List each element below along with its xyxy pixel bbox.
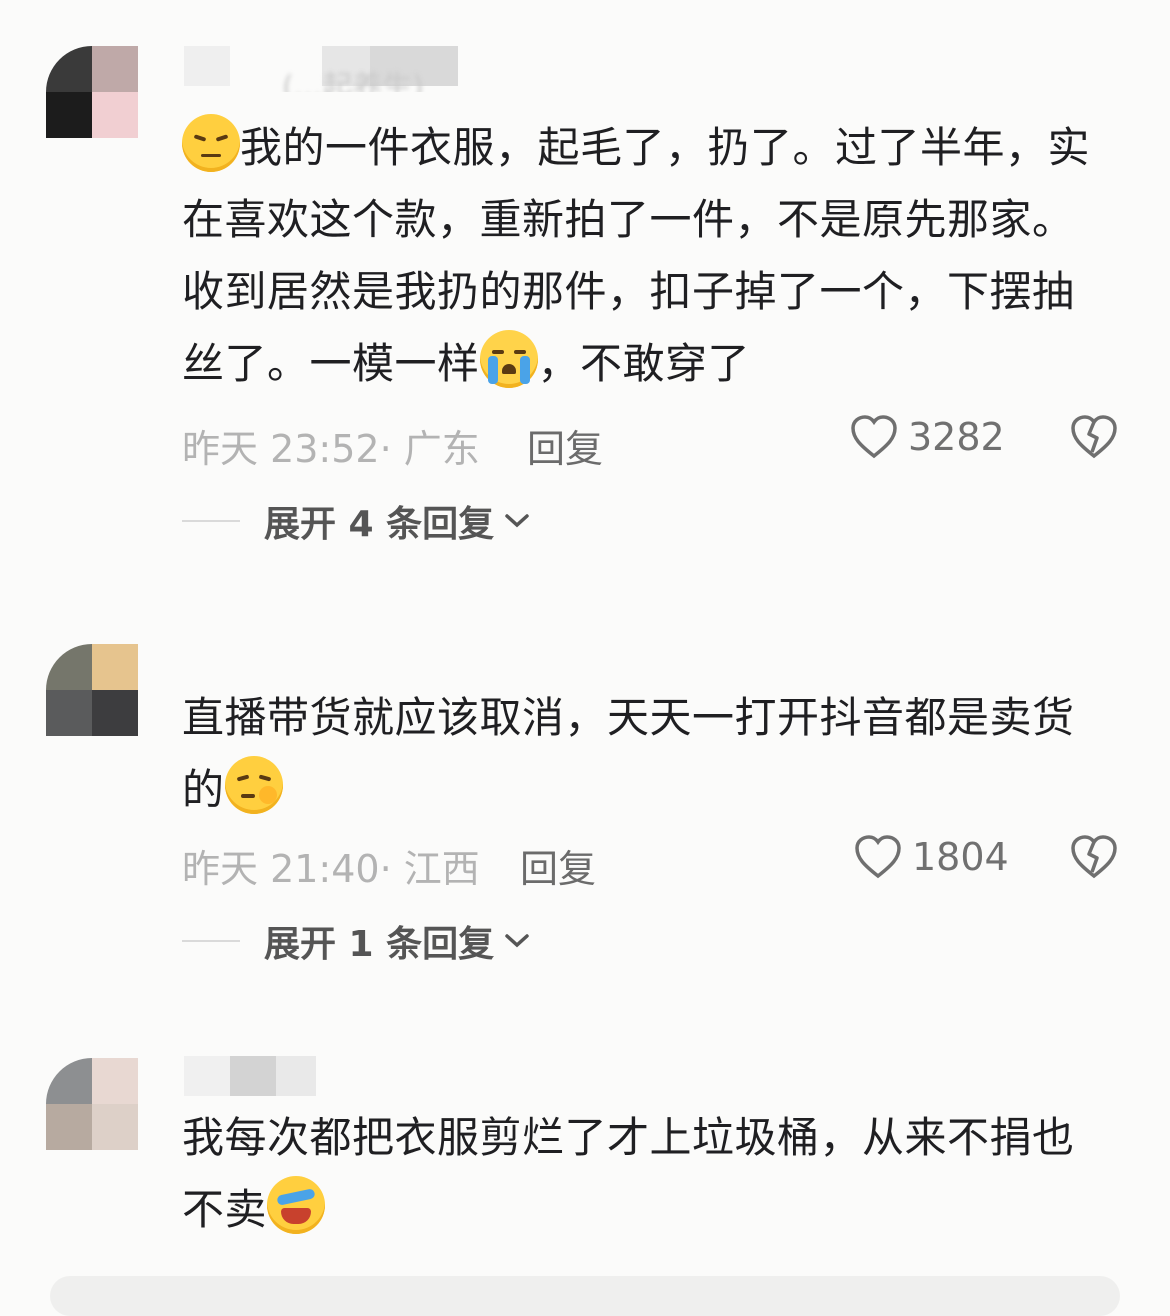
username-text: (...起养生) — [282, 70, 425, 92]
username[interactable] — [182, 1054, 472, 1102]
heart-icon — [855, 835, 901, 879]
dislike-button[interactable] — [1070, 834, 1118, 889]
expand-replies-label: 展开 1 条回复 — [264, 924, 495, 965]
comment-time: 昨天 23:52· 广东 — [182, 427, 480, 471]
comment-meta: 昨天 23:52· 广东 回复 3282 — [182, 412, 1130, 472]
like-button[interactable]: 1804 — [854, 834, 1009, 880]
laughing-crying-face-icon — [267, 1176, 326, 1234]
reply-button[interactable]: 回复 — [520, 838, 596, 893]
dislike-button[interactable] — [1070, 414, 1118, 469]
crying-face-icon — [479, 330, 538, 388]
like-count: 1804 — [912, 835, 1009, 879]
chevron-down-icon — [505, 934, 529, 948]
expand-replies-button[interactable]: 展开 1 条回复 — [182, 916, 530, 966]
divider — [182, 520, 240, 522]
smirking-face-icon — [224, 756, 283, 814]
username[interactable]: (...起养生) — [182, 44, 472, 92]
comment-time: 昨天 21:40· 江西 — [182, 847, 480, 891]
comment-meta: 昨天 21:40· 江西 回复 1804 — [182, 832, 1130, 892]
divider — [182, 940, 240, 942]
avatar[interactable] — [46, 46, 138, 138]
comment-text: 我每次都把衣服剪烂了才上垃圾桶，从来不捐也不卖 — [182, 1102, 1102, 1246]
broken-heart-icon — [1071, 835, 1117, 879]
comment-input-bar[interactable] — [50, 1276, 1120, 1316]
comment-text: 我的一件衣服，起毛了，扔了。过了半年，实在喜欢这个款，重新拍了一件，不是原先那家… — [182, 112, 1102, 400]
comment-text-body: 直播带货就应该取消，天天一打开抖音都是卖货的 — [182, 693, 1075, 814]
avatar[interactable] — [46, 1058, 138, 1150]
like-count: 3282 — [908, 415, 1005, 459]
expand-replies-button[interactable]: 展开 4 条回复 — [182, 496, 530, 546]
comment-text: 直播带货就应该取消，天天一打开抖音都是卖货的 — [182, 682, 1102, 826]
broken-heart-icon — [1071, 415, 1117, 459]
avatar[interactable] — [46, 644, 138, 736]
like-button[interactable]: 3282 — [850, 414, 1005, 460]
annoyed-face-icon — [182, 114, 240, 172]
reply-button[interactable]: 回复 — [527, 418, 603, 473]
heart-icon — [851, 415, 897, 459]
comment-text-tail: ，不敢穿了 — [537, 339, 751, 388]
expand-replies-label: 展开 4 条回复 — [264, 504, 495, 545]
chevron-down-icon — [505, 514, 529, 528]
